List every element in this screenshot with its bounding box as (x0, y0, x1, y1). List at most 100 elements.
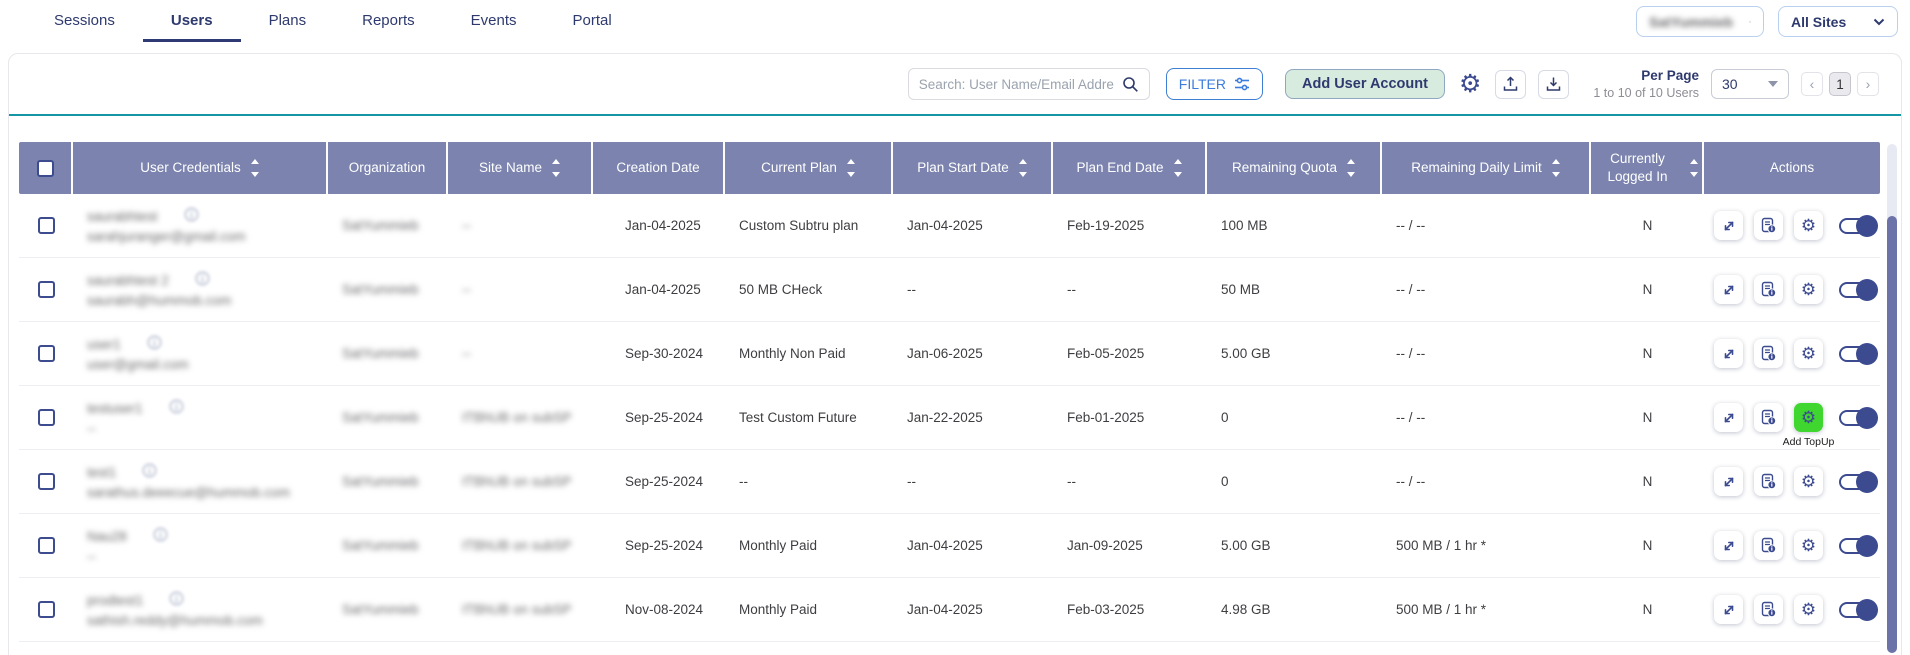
tab-events[interactable]: Events (443, 0, 545, 42)
download-button[interactable] (1538, 70, 1569, 99)
user-info-icon-wrap[interactable] (195, 271, 210, 289)
sort-arrows[interactable] (1174, 159, 1182, 177)
sort-asc-icon[interactable] (1690, 159, 1698, 164)
user-info-icon[interactable] (142, 463, 157, 478)
sort-arrows[interactable] (552, 159, 560, 177)
expand-button[interactable] (1714, 595, 1743, 624)
account-info-button[interactable] (1754, 531, 1783, 560)
current-page-button[interactable]: 1 (1829, 72, 1851, 96)
table-settings-gear-icon[interactable]: ⚙ (1459, 72, 1481, 97)
account-info-button[interactable] (1754, 595, 1783, 624)
sort-arrows[interactable] (847, 159, 855, 177)
expand-button[interactable] (1714, 467, 1743, 496)
sort-desc-icon[interactable] (1552, 172, 1560, 177)
row-checkbox[interactable] (38, 537, 55, 554)
row-settings-button[interactable]: ⚙ (1794, 531, 1823, 560)
sort-desc-icon[interactable] (847, 172, 855, 177)
prev-page-button[interactable]: ‹ (1801, 72, 1823, 96)
tab-plans[interactable]: Plans (241, 0, 335, 42)
row-checkbox[interactable] (38, 409, 55, 426)
add-user-account-button[interactable]: Add User Account (1285, 69, 1445, 99)
next-page-button[interactable]: › (1857, 72, 1879, 96)
col-header-site_name[interactable]: Site Name (448, 142, 593, 194)
row-checkbox[interactable] (38, 601, 55, 618)
user-info-icon-wrap[interactable] (169, 591, 184, 609)
user-info-icon-wrap[interactable] (184, 207, 199, 225)
col-header-currently_logged_in[interactable]: Currently Logged In (1591, 142, 1704, 194)
header-select-checkbox[interactable] (37, 160, 54, 177)
sort-asc-icon[interactable] (1347, 159, 1355, 164)
expand-button[interactable] (1714, 211, 1743, 240)
user-info-icon[interactable] (153, 527, 168, 542)
sort-arrows[interactable] (1347, 159, 1355, 177)
sort-asc-icon[interactable] (251, 159, 259, 164)
user-info-icon-wrap[interactable] (169, 399, 184, 417)
table-scrollbar-track[interactable] (1887, 144, 1897, 653)
sort-arrows[interactable] (1019, 159, 1027, 177)
account-info-button[interactable] (1754, 211, 1783, 240)
row-checkbox[interactable] (38, 217, 55, 234)
search-input[interactable] (919, 77, 1114, 92)
sort-desc-icon[interactable] (552, 172, 560, 177)
sort-asc-icon[interactable] (552, 159, 560, 164)
account-info-button[interactable] (1754, 275, 1783, 304)
user-info-icon-wrap[interactable] (153, 527, 168, 545)
upload-button[interactable] (1495, 70, 1526, 99)
row-checkbox[interactable] (38, 473, 55, 490)
tab-users[interactable]: Users (143, 0, 241, 42)
row-checkbox[interactable] (38, 345, 55, 362)
user-info-icon[interactable] (195, 271, 210, 286)
account-info-button[interactable] (1754, 467, 1783, 496)
sort-desc-icon[interactable] (1019, 172, 1027, 177)
sort-desc-icon[interactable] (251, 172, 259, 177)
row-settings-button[interactable]: ⚙ (1794, 275, 1823, 304)
col-header-current_plan[interactable]: Current Plan (725, 142, 893, 194)
sort-desc-icon[interactable] (1174, 172, 1182, 177)
col-header-user_credentials[interactable]: User Credentials (73, 142, 328, 194)
user-enabled-toggle[interactable] (1839, 346, 1877, 362)
tab-portal[interactable]: Portal (545, 0, 640, 42)
user-enabled-toggle[interactable] (1839, 410, 1877, 426)
per-page-select[interactable]: 30 (1711, 69, 1789, 99)
user-enabled-toggle[interactable] (1839, 474, 1877, 490)
sort-arrows[interactable] (1690, 159, 1698, 177)
expand-button[interactable] (1714, 531, 1743, 560)
col-header-plan_start_date[interactable]: Plan Start Date (893, 142, 1053, 194)
account-info-button[interactable] (1754, 339, 1783, 368)
user-enabled-toggle[interactable] (1839, 538, 1877, 554)
account-info-button[interactable] (1754, 403, 1783, 432)
row-checkbox[interactable] (38, 281, 55, 298)
filter-button[interactable]: FILTER (1166, 68, 1263, 100)
expand-button[interactable] (1714, 275, 1743, 304)
user-info-icon[interactable] (184, 207, 199, 222)
sort-desc-icon[interactable] (1690, 172, 1698, 177)
expand-button[interactable] (1714, 403, 1743, 432)
user-info-icon[interactable] (147, 335, 162, 350)
sort-asc-icon[interactable] (1552, 159, 1560, 164)
user-info-icon-wrap[interactable] (142, 463, 157, 481)
table-scrollbar-thumb[interactable] (1887, 216, 1897, 653)
add-topup-gear-button[interactable]: ⚙ (1794, 403, 1823, 432)
sort-arrows[interactable] (1552, 159, 1560, 177)
organization-dropdown[interactable]: SatYummieb (1636, 6, 1764, 37)
sort-desc-icon[interactable] (1347, 172, 1355, 177)
row-settings-button[interactable]: ⚙ (1794, 339, 1823, 368)
col-header-plan_end_date[interactable]: Plan End Date (1053, 142, 1207, 194)
col-header-remaining_daily_limit[interactable]: Remaining Daily Limit (1382, 142, 1591, 194)
sort-asc-icon[interactable] (1174, 159, 1182, 164)
user-info-icon[interactable] (169, 399, 184, 414)
user-info-icon[interactable] (169, 591, 184, 606)
user-info-icon-wrap[interactable] (147, 335, 162, 353)
tab-reports[interactable]: Reports (334, 0, 443, 42)
all-sites-dropdown[interactable]: All Sites (1778, 6, 1898, 37)
expand-button[interactable] (1714, 339, 1743, 368)
user-enabled-toggle[interactable] (1839, 282, 1877, 298)
row-settings-button[interactable]: ⚙ (1794, 211, 1823, 240)
row-settings-button[interactable]: ⚙ (1794, 467, 1823, 496)
sort-asc-icon[interactable] (1019, 159, 1027, 164)
tab-sessions[interactable]: Sessions (26, 0, 143, 42)
search-icon[interactable] (1122, 76, 1139, 93)
user-enabled-toggle[interactable] (1839, 218, 1877, 234)
row-settings-button[interactable]: ⚙ (1794, 595, 1823, 624)
user-enabled-toggle[interactable] (1839, 602, 1877, 618)
